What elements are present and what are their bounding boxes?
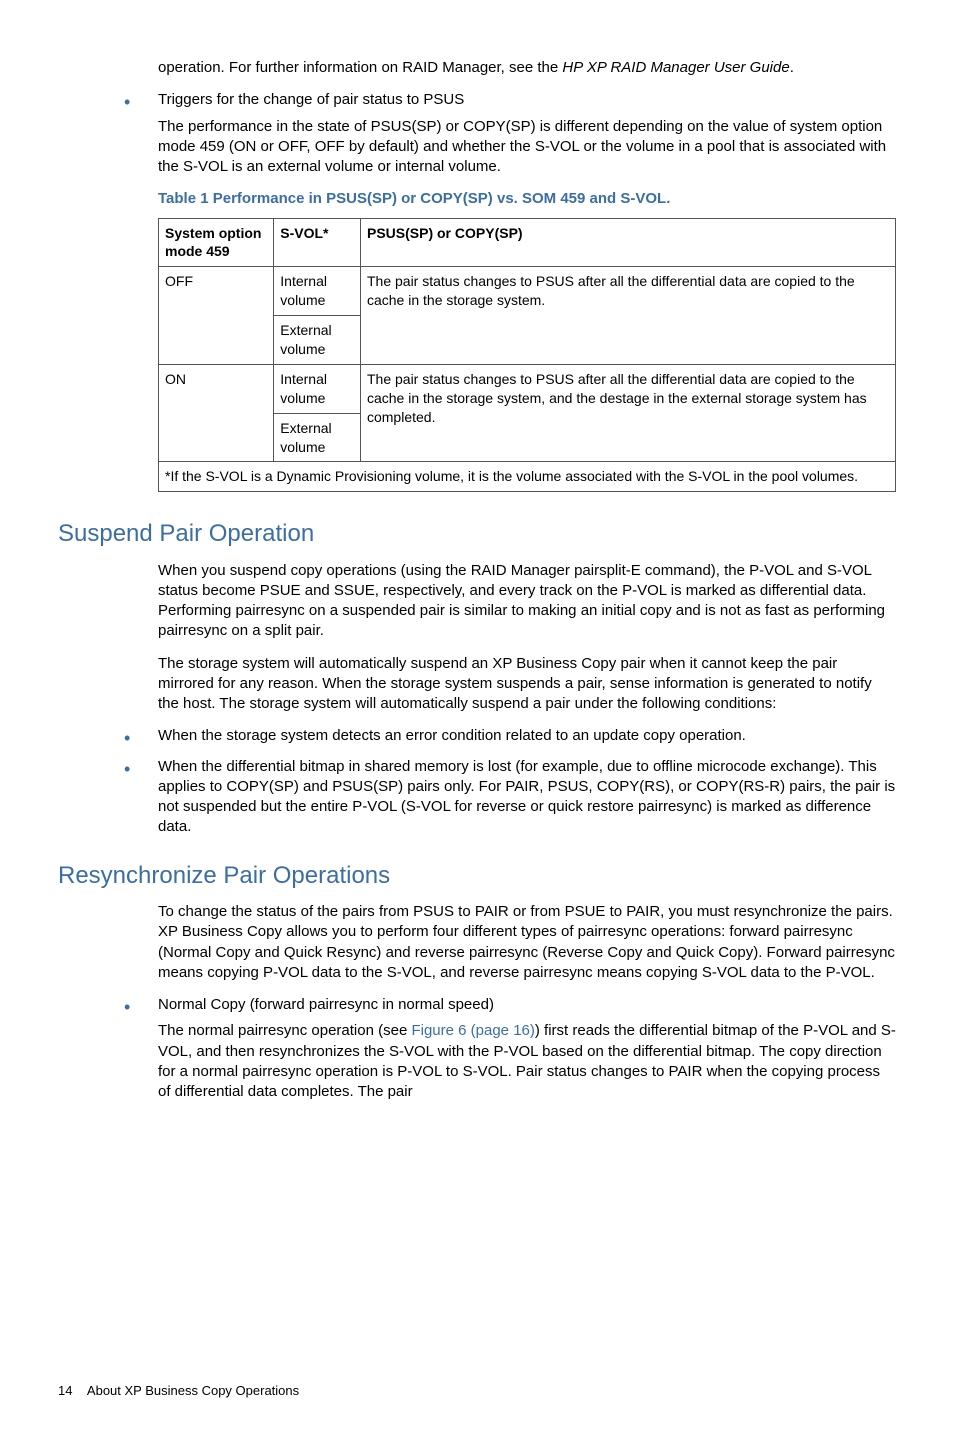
doc-title-italic: HP XP RAID Manager User Guide [562,59,789,76]
triggers-list: Triggers for the change of pair status t… [58,90,896,177]
list-item-text: When the storage system detects an error… [158,726,896,746]
figure-link[interactable]: Figure 6 (page 16) [411,1022,534,1039]
list-item-body: The performance in the state of PSUS(SP)… [158,117,896,178]
list-item: When the storage system detects an error… [120,726,896,746]
resync-body: To change the status of the pairs from P… [158,902,896,983]
performance-table: System option mode 459 S-VOL* PSUS(SP) o… [158,218,896,493]
text: The normal pairresync operation (see [158,1022,411,1039]
table-footnote-row: *If the S-VOL is a Dynamic Provisioning … [159,462,896,492]
table-row: OFF Internal volume The pair status chan… [159,267,896,316]
text: operation. For further information on RA… [158,59,562,76]
cell-on-desc: The pair status changes to PSUS after al… [360,364,895,462]
paragraph: When you suspend copy operations (using … [158,561,896,642]
list-item-title: Normal Copy (forward pairresync in norma… [158,995,896,1015]
triggers-item: Triggers for the change of pair status t… [120,90,896,177]
list-item: When the differential bitmap in shared m… [120,757,896,838]
suspend-list: When the storage system detects an error… [58,726,896,837]
th-svol: S-VOL* [274,218,361,267]
text: . [790,59,794,76]
cell-external: External volume [274,413,361,462]
table-row: ON Internal volume The pair status chang… [159,364,896,413]
table-footnote: *If the S-VOL is a Dynamic Provisioning … [159,462,896,492]
table-caption: Table 1 Performance in PSUS(SP) or COPY(… [158,189,896,209]
suspend-body: When you suspend copy operations (using … [158,561,896,715]
resync-list: Normal Copy (forward pairresync in norma… [58,995,896,1102]
intro-block: operation. For further information on RA… [158,58,896,78]
th-psus: PSUS(SP) or COPY(SP) [360,218,895,267]
paragraph: The storage system will automatically su… [158,654,896,715]
cell-off-desc: The pair status changes to PSUS after al… [360,267,895,365]
paragraph: To change the status of the pairs from P… [158,902,896,983]
footer-title: About XP Business Copy Operations [87,1383,299,1398]
cell-internal: Internal volume [274,364,361,413]
cell-internal: Internal volume [274,267,361,316]
heading-resync: Resynchronize Pair Operations [58,860,896,892]
th-som459: System option mode 459 [159,218,274,267]
heading-suspend: Suspend Pair Operation [58,518,896,550]
page-number: 14 [58,1383,72,1398]
cell-on: ON [159,364,274,462]
table-header-row: System option mode 459 S-VOL* PSUS(SP) o… [159,218,896,267]
list-item-title: Triggers for the change of pair status t… [158,90,896,110]
cell-off: OFF [159,267,274,365]
list-item: Normal Copy (forward pairresync in norma… [120,995,896,1102]
list-item-body: The normal pairresync operation (see Fig… [158,1021,896,1102]
cell-external: External volume [274,316,361,365]
page-footer: 14 About XP Business Copy Operations [58,1382,896,1400]
intro-paragraph: operation. For further information on RA… [158,58,896,78]
list-item-text: When the differential bitmap in shared m… [158,757,896,838]
